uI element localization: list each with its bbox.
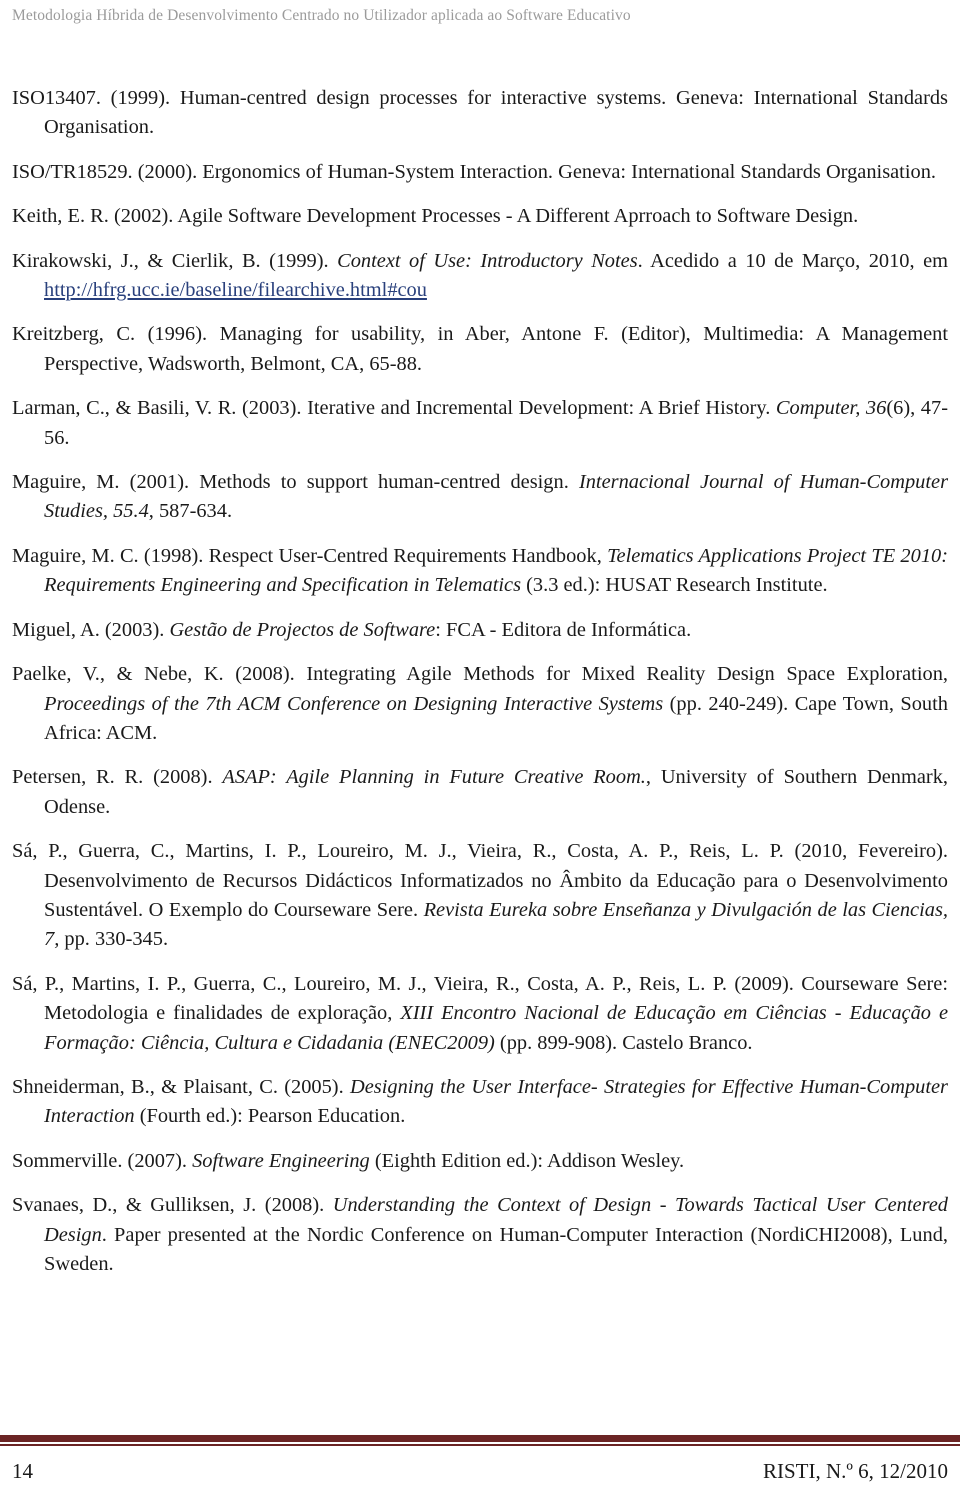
running-header-title: Metodologia Híbrida de Desenvolvimento C… bbox=[12, 7, 631, 24]
reference-text: Larman, C., & Basili, V. R. (2003). Iter… bbox=[12, 397, 776, 420]
reference-text: (pp. 899-908). Castelo Branco. bbox=[494, 1031, 753, 1054]
reference-title-italic: ASAP: Agile Planning in Future Creative … bbox=[222, 766, 646, 789]
reference-entry: Sá, P., Guerra, C., Martins, I. P., Lour… bbox=[12, 837, 948, 955]
reference-title-italic: Context of Use: Introductory Notes bbox=[337, 249, 638, 272]
reference-entry: Kirakowski, J., & Cierlik, B. (1999). Co… bbox=[12, 247, 948, 306]
reference-title-italic: Proceedings of the 7th ACM Conference on… bbox=[44, 692, 664, 715]
reference-title-italic: Computer, 36 bbox=[775, 397, 887, 420]
reference-entry: Sommerville. (2007). Software Engineerin… bbox=[12, 1147, 948, 1176]
reference-text: . Acedido a 10 de Março, 2010, em bbox=[637, 249, 948, 272]
reference-text: Kirakowski, J., & Cierlik, B. (1999). bbox=[12, 249, 338, 272]
reference-text: Keith, E. R. (2002). Agile Software Deve… bbox=[12, 205, 859, 228]
reference-text: pp. 330-345. bbox=[59, 928, 169, 951]
reference-text: Paelke, V., & Nebe, K. (2008). Integrati… bbox=[12, 663, 948, 686]
reference-text: . Paper presented at the Nordic Conferen… bbox=[44, 1223, 948, 1275]
reference-entry: Maguire, M. (2001). Methods to support h… bbox=[12, 468, 948, 527]
footer-rule-thick-bar bbox=[0, 1435, 960, 1442]
reference-text: (Eighth Edition ed.): Addison Wesley. bbox=[369, 1149, 685, 1172]
reference-text: (3.3 ed.): HUSAT Research Institute. bbox=[521, 574, 828, 597]
reference-list: ISO13407. (1999). Human-centred design p… bbox=[12, 84, 948, 1279]
reference-title-italic: Gestão de Projectos de Software bbox=[169, 618, 436, 641]
document-page: Metodologia Híbrida de Desenvolvimento C… bbox=[0, 0, 960, 1492]
reference-entry: Miguel, A. (2003). Gestão de Projectos d… bbox=[12, 616, 948, 645]
reference-entry: Svanaes, D., & Gulliksen, J. (2008). Und… bbox=[12, 1191, 948, 1279]
reference-url-link[interactable]: http://hfrg.ucc.ie/baseline/filearchive.… bbox=[44, 279, 427, 301]
footer-rule-thin-bar bbox=[0, 1444, 960, 1446]
reference-text: , 587-634. bbox=[148, 500, 233, 523]
footer-page-number: 14 bbox=[12, 1459, 33, 1483]
reference-text: Petersen, R. R. (2008). bbox=[12, 766, 223, 789]
reference-entry: Keith, E. R. (2002). Agile Software Deve… bbox=[12, 202, 948, 231]
reference-text: : FCA - Editora de Informática. bbox=[435, 618, 692, 641]
reference-entry: Larman, C., & Basili, V. R. (2003). Iter… bbox=[12, 394, 948, 453]
reference-text: ISO/TR18529. (2000). Ergonomics of Human… bbox=[12, 160, 936, 183]
page-footer: 14 RISTI, N.º 6, 12/2010 bbox=[12, 1454, 948, 1484]
reference-title-italic: Software Engineering bbox=[192, 1149, 370, 1172]
reference-entry: Petersen, R. R. (2008). ASAP: Agile Plan… bbox=[12, 763, 948, 822]
reference-text: (Fourth ed.): Pearson Education. bbox=[134, 1105, 406, 1128]
reference-text: Shneiderman, B., & Plaisant, C. (2005). bbox=[12, 1075, 351, 1098]
reference-text: Maguire, M. C. (1998). Respect User-Cent… bbox=[12, 544, 608, 567]
reference-entry: Maguire, M. C. (1998). Respect User-Cent… bbox=[12, 542, 948, 601]
footer-journal-reference: RISTI, N.º 6, 12/2010 bbox=[762, 1459, 948, 1483]
reference-entry: Sá, P., Martins, I. P., Guerra, C., Lour… bbox=[12, 970, 948, 1058]
reference-entry: ISO13407. (1999). Human-centred design p… bbox=[12, 84, 948, 143]
reference-entry: ISO/TR18529. (2000). Ergonomics of Human… bbox=[12, 158, 948, 187]
reference-text: Miguel, A. (2003). bbox=[12, 618, 170, 641]
reference-text: ISO13407. (1999). Human-centred design p… bbox=[12, 87, 948, 139]
reference-text: Kreitzberg, C. (1996). Managing for usab… bbox=[12, 323, 948, 375]
reference-text: Sommerville. (2007). bbox=[12, 1149, 193, 1172]
reference-entry: Kreitzberg, C. (1996). Managing for usab… bbox=[12, 320, 948, 379]
reference-entry: Paelke, V., & Nebe, K. (2008). Integrati… bbox=[12, 660, 948, 748]
reference-text: Svanaes, D., & Gulliksen, J. (2008). bbox=[12, 1194, 333, 1217]
reference-entry: Shneiderman, B., & Plaisant, C. (2005). … bbox=[12, 1073, 948, 1132]
reference-text: Maguire, M. (2001). Methods to support h… bbox=[12, 471, 579, 494]
footer-divider-rule bbox=[0, 1435, 960, 1446]
